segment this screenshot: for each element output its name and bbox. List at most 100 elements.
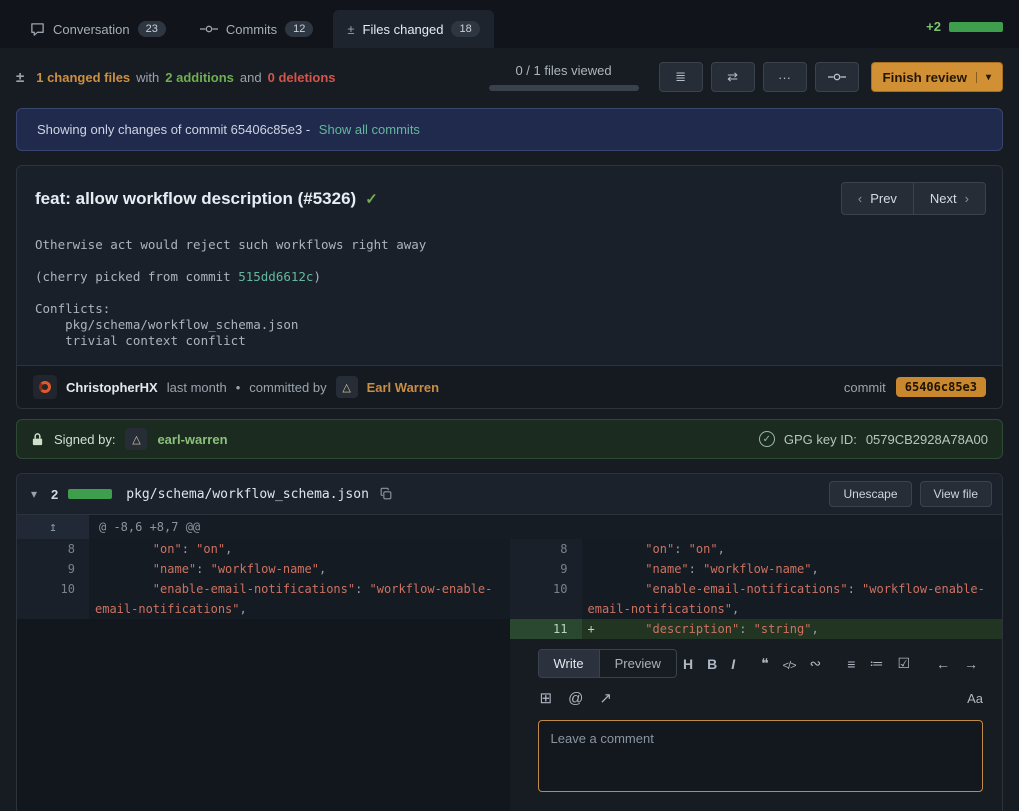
- files-viewed-progress: [489, 85, 639, 91]
- code-line: [89, 619, 510, 639]
- dot-separator: •: [236, 380, 241, 395]
- verified-icon: ✓: [759, 431, 775, 447]
- code-token: "enable-email-notifications": [645, 582, 847, 596]
- lock-icon: [31, 432, 44, 447]
- line-number[interactable]: 10: [17, 579, 89, 619]
- commit-sha-badge[interactable]: 65406c85e3: [896, 377, 986, 397]
- code-token: "string": [754, 622, 812, 636]
- code-token: "workflow-name": [211, 562, 319, 576]
- commit-label: commit: [844, 380, 886, 395]
- tab-commits[interactable]: Commits 12: [186, 10, 328, 48]
- expand-up-icon: ↥: [49, 520, 57, 535]
- pr-tabbar: Conversation 23 Commits 12 ± Files chang…: [0, 0, 1019, 48]
- line-number[interactable]: 9: [510, 559, 582, 579]
- undo-button[interactable]: ←: [931, 654, 955, 674]
- signer-avatar[interactable]: △: [125, 428, 147, 450]
- copy-filename-button[interactable]: [379, 487, 393, 501]
- task-list-button[interactable]: ☑: [892, 653, 915, 674]
- commit-icon: [828, 72, 846, 82]
- changed-files-text: 1 changed files: [36, 70, 130, 85]
- additions-text: 2 additions: [165, 70, 234, 85]
- hunk-header-text: @ -8,6 +8,7 @@: [89, 515, 1002, 539]
- chevron-down-icon: ▾: [31, 487, 37, 501]
- show-all-commits-link[interactable]: Show all commits: [319, 122, 420, 137]
- unordered-list-icon: ≡: [847, 656, 855, 672]
- unescape-button[interactable]: Unescape: [829, 481, 911, 507]
- author-avatar[interactable]: [33, 375, 57, 399]
- line-number[interactable]: 10: [510, 579, 582, 619]
- code-token: ,: [718, 542, 725, 556]
- comment-form-header: Write Preview HBI ❝</>∾ ≡ ≔ ☑ ←→: [538, 649, 984, 678]
- prev-commit-button[interactable]: ‹ Prev: [841, 182, 914, 215]
- cherry-pick-close: ): [313, 269, 321, 284]
- italic-icon: I: [731, 656, 735, 672]
- line-number[interactable]: 9: [17, 559, 89, 579]
- tab-commits-label: Commits: [226, 22, 277, 37]
- link-button[interactable]: ∾: [805, 653, 827, 674]
- code-line: "enable-email-notifications": "workflow-…: [582, 579, 1003, 619]
- write-tab[interactable]: Write: [539, 650, 599, 677]
- triangle-icon: △: [342, 381, 350, 394]
- signed-by-label: Signed by:: [54, 432, 115, 447]
- unordered-list-button[interactable]: ≡: [842, 654, 860, 674]
- line-number[interactable]: 11: [510, 619, 582, 639]
- code-token: :: [739, 622, 753, 636]
- heading-button[interactable]: H: [678, 654, 698, 674]
- finish-review-button[interactable]: Finish review ▾: [871, 62, 1003, 92]
- commit-message-line: (cherry picked from commit 515dd6612c): [35, 269, 984, 285]
- md-toolbar-secondary: ⊞ @ ↗ Aa: [538, 687, 984, 709]
- line-number[interactable]: [17, 619, 89, 639]
- collapse-file-button[interactable]: ▾: [27, 485, 41, 503]
- table-button[interactable]: ⊞: [538, 687, 555, 709]
- pr-tabs: Conversation 23 Commits 12 ± Files chang…: [16, 10, 494, 48]
- mention-button[interactable]: @: [566, 688, 585, 709]
- view-file-button[interactable]: View file: [920, 481, 992, 507]
- gpg-key-label: GPG key ID:: [784, 432, 857, 447]
- author-name[interactable]: ChristopherHX: [66, 380, 158, 395]
- file-name: pkg/schema/workflow_schema.json: [126, 487, 369, 502]
- main-content: ± 1 changed files with 2 additions and 0…: [0, 48, 1019, 811]
- committer-avatar[interactable]: △: [336, 376, 358, 398]
- commit-select-button[interactable]: [815, 62, 859, 92]
- committer-name[interactable]: Earl Warren: [367, 380, 440, 395]
- plain-text-toggle[interactable]: Aa: [967, 691, 983, 706]
- tab-conversation[interactable]: Conversation 23: [16, 10, 180, 48]
- diff-bottom: Write Preview HBI ❝</>∾ ≡ ≔ ☑ ←→ ⊞ @ ↗ Aa: [17, 639, 1002, 811]
- code-button[interactable]: </>: [778, 654, 801, 674]
- ordered-list-button[interactable]: ≔: [864, 653, 888, 674]
- line-number[interactable]: 8: [17, 539, 89, 559]
- code-line: "name": "workflow-name",: [582, 559, 1003, 579]
- line-number[interactable]: 8: [510, 539, 582, 559]
- more-options-button[interactable]: ···: [763, 62, 807, 92]
- file-change-count: 2: [51, 487, 58, 502]
- commit-header: feat: allow workflow description (#5326)…: [17, 166, 1002, 221]
- check-icon: ✓: [365, 190, 378, 208]
- file-tree-icon: ≣: [675, 69, 686, 85]
- tab-files-changed[interactable]: ± Files changed 18: [333, 10, 493, 48]
- bold-button[interactable]: B: [702, 654, 722, 674]
- code-token: :: [355, 582, 369, 596]
- signer-link[interactable]: earl-warren: [157, 432, 227, 447]
- files-viewed: 0 / 1 files viewed: [489, 63, 639, 91]
- file-actions: Unescape View file: [829, 481, 992, 507]
- reference-button[interactable]: ↗: [597, 687, 614, 709]
- task-list-icon: ☑: [897, 655, 910, 671]
- committed-by-text: committed by: [249, 380, 326, 395]
- italic-button[interactable]: I: [726, 654, 740, 674]
- whitespace-options-button[interactable]: ⇄: [711, 62, 755, 92]
- commit-icon: [200, 24, 218, 34]
- expand-hunk-button[interactable]: ↥: [33, 517, 73, 538]
- redo-button[interactable]: →: [959, 654, 983, 674]
- quote-button[interactable]: ❝: [756, 653, 774, 674]
- diff-icon: ±: [347, 22, 354, 37]
- next-commit-button[interactable]: Next ›: [913, 182, 986, 215]
- comment-textarea[interactable]: [538, 720, 984, 792]
- preview-tab[interactable]: Preview: [599, 650, 676, 677]
- commit-hash-link[interactable]: 515dd6612c: [238, 269, 313, 284]
- tab-conversation-label: Conversation: [53, 22, 130, 37]
- code-line: + "description": "string",: [582, 619, 1003, 639]
- code-line: "on": "on",: [582, 539, 1003, 559]
- file-diffstat-bar: [68, 489, 112, 499]
- ellipsis-icon: ···: [778, 70, 791, 85]
- file-tree-toggle-button[interactable]: ≣: [659, 62, 703, 92]
